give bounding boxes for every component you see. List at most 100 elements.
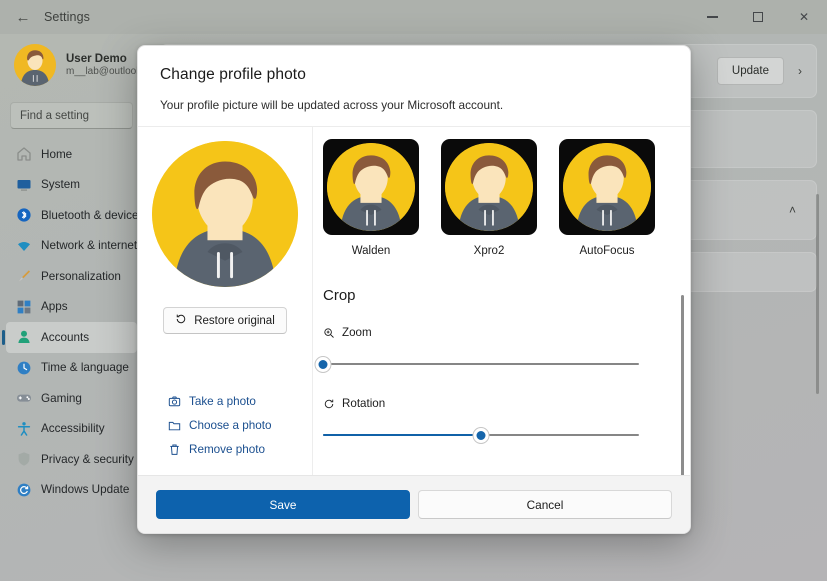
sidebar-item-system[interactable]: System	[6, 170, 137, 201]
filter-thumbnail[interactable]	[323, 139, 419, 235]
filter-label: AutoFocus	[579, 245, 635, 257]
filter-thumbnail[interactable]	[441, 139, 537, 235]
photo-action-remove-photo[interactable]: Remove photo	[168, 437, 312, 461]
camera-icon	[168, 395, 181, 408]
maximize-icon[interactable]	[735, 0, 781, 34]
title-bar: ← Settings ✕	[0, 0, 827, 34]
filter-walden[interactable]: Walden	[323, 139, 419, 257]
profile-name: User Demo	[66, 52, 127, 65]
profile-meta: User Demo m__lab@outlook.	[66, 52, 144, 79]
shield-icon	[16, 451, 32, 467]
photo-action-label: Choose a photo	[189, 418, 272, 432]
dialog-scrollbar[interactable]	[681, 295, 684, 475]
rotation-label: Rotation	[342, 397, 386, 410]
sidebar-item-accessibility[interactable]: Accessibility	[6, 414, 137, 445]
search-text: Find a setting	[20, 109, 90, 122]
sidebar-item-label: Network & internet	[41, 239, 138, 253]
filter-thumbnail[interactable]	[559, 139, 655, 235]
close-icon[interactable]: ✕	[781, 0, 827, 34]
update-button[interactable]: Update	[716, 57, 784, 85]
sidebar-item-label: Bluetooth & devices	[41, 208, 145, 222]
gamepad-icon	[16, 390, 32, 406]
rotation-control-label: Rotation	[323, 397, 690, 410]
cancel-button[interactable]: Cancel	[418, 490, 672, 519]
filter-list: Walden Xpro2 AutoFocus	[323, 139, 690, 257]
zoom-control-label: Zoom	[323, 326, 690, 339]
filter-preview-image	[327, 143, 415, 231]
filter-preview-image	[445, 143, 533, 231]
sidebar-item-home[interactable]: Home	[6, 139, 137, 170]
sidebar-item-network-internet[interactable]: Network & internet	[6, 231, 137, 262]
restore-original-label: Restore original	[194, 314, 275, 327]
chevron-up-icon[interactable]: ˄	[789, 203, 796, 217]
rotation-slider[interactable]	[323, 424, 639, 446]
rotate-icon	[323, 398, 335, 410]
filter-autofocus[interactable]: AutoFocus	[559, 139, 655, 257]
trash-icon	[168, 443, 181, 456]
sidebar-item-privacy-security[interactable]: Privacy & security	[6, 444, 137, 475]
apps-icon	[16, 299, 32, 315]
dialog-body: Restore original Take a photo Choose a ph…	[138, 126, 690, 475]
person-icon	[16, 329, 32, 345]
dialog-footer: Save Cancel	[138, 475, 690, 533]
minimize-icon[interactable]	[689, 0, 735, 34]
sidebar-item-label: Gaming	[41, 391, 82, 405]
folder-icon	[168, 419, 181, 432]
dialog-title: Change profile photo	[160, 66, 306, 83]
page-scrollbar[interactable]	[816, 194, 819, 394]
profile-email: m__lab@outlook.	[66, 65, 144, 77]
update-icon	[16, 482, 32, 498]
dialog-subtitle: Your profile picture will be updated acr…	[160, 98, 504, 112]
sidebar-item-label: System	[41, 178, 80, 192]
restore-original-button[interactable]: Restore original	[163, 307, 287, 334]
sidebar-item-time-language[interactable]: Time & language	[6, 353, 137, 384]
sidebar-item-accounts[interactable]: Accounts	[2, 322, 137, 353]
window-title: Settings	[44, 10, 90, 24]
sidebar-item-label: Accessibility	[41, 422, 105, 436]
photo-action-take-a-photo[interactable]: Take a photo	[168, 389, 312, 413]
zoom-in-icon	[323, 327, 335, 339]
change-profile-photo-dialog: Change profile photo Your profile pictur…	[137, 45, 691, 534]
photo-action-label: Remove photo	[189, 442, 266, 456]
accessibility-icon	[16, 421, 32, 437]
window-controls: ✕	[689, 0, 827, 34]
filter-xpro2[interactable]: Xpro2	[441, 139, 537, 257]
back-arrow-icon[interactable]: ←	[6, 2, 40, 32]
photo-preview-pane: Restore original Take a photo Choose a ph…	[138, 127, 313, 475]
brush-icon	[16, 268, 32, 284]
save-button[interactable]: Save	[156, 490, 410, 519]
sidebar-item-label: Privacy & security	[41, 452, 134, 466]
settings-window: ← Settings ✕ User Demo m__lab@outlook. F…	[0, 0, 827, 581]
photo-action-choose-a-photo[interactable]: Choose a photo	[168, 413, 312, 437]
sidebar-item-label: Apps	[41, 300, 68, 314]
bluetooth-icon	[16, 207, 32, 223]
sidebar-item-label: Home	[41, 147, 73, 161]
filter-label: Xpro2	[473, 245, 505, 257]
sidebar-item-gaming[interactable]: Gaming	[6, 383, 137, 414]
wifi-icon	[16, 238, 32, 254]
sidebar-item-windows-update[interactable]: Windows Update	[6, 475, 137, 506]
sidebar-item-bluetooth-devices[interactable]: Bluetooth & devices	[6, 200, 144, 231]
sidebar-item-apps[interactable]: Apps	[6, 292, 137, 323]
dialog-header: Change profile photo Your profile pictur…	[138, 46, 690, 126]
sidebar-item-label: Accounts	[41, 330, 90, 344]
crop-heading: Crop	[323, 287, 356, 304]
avatar	[14, 44, 56, 86]
zoom-slider[interactable]	[315, 353, 639, 375]
clock-icon	[16, 360, 32, 376]
zoom-slider-thumb[interactable]	[315, 357, 331, 372]
sidebar-item-personalization[interactable]: Personalization	[6, 261, 137, 292]
sidebar-profile[interactable]: User Demo m__lab@outlook.	[0, 34, 145, 96]
sidebar-nav: Home System Bluetooth & devices Network & i…	[0, 139, 145, 505]
filter-label: Walden	[351, 245, 391, 257]
search-input[interactable]: Find a setting	[10, 102, 133, 129]
chevron-right-icon[interactable]: ›	[798, 64, 802, 78]
home-icon	[16, 146, 32, 162]
photo-actions: Take a photo Choose a photo Remove photo	[138, 389, 312, 461]
rotation-slider-thumb[interactable]	[473, 428, 489, 443]
photo-action-label: Take a photo	[189, 394, 256, 408]
filters-and-crop-pane: Walden Xpro2 AutoFocus Crop Zoom Rotatio…	[313, 127, 690, 475]
sidebar-item-label: Windows Update	[41, 483, 130, 497]
sidebar-item-label: Time & language	[41, 361, 129, 375]
filter-preview-image	[563, 143, 651, 231]
